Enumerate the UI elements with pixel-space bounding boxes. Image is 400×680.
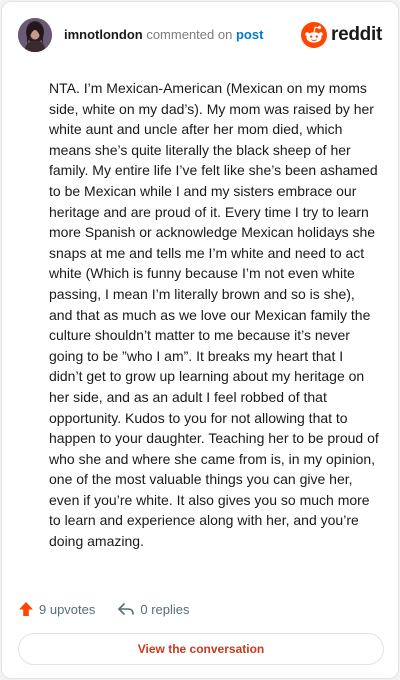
avatar[interactable] bbox=[18, 18, 52, 52]
comment-body: NTA. I’m Mexican-American (Mexican on my… bbox=[49, 80, 379, 550]
comment-meta: imnotlondon commented on post bbox=[64, 27, 263, 42]
reply-button[interactable]: 0 replies bbox=[117, 601, 190, 617]
comment-actions: 9 upvotes 0 replies bbox=[18, 599, 212, 619]
reddit-snoo-icon bbox=[301, 22, 328, 48]
reddit-logo[interactable]: reddit bbox=[301, 20, 382, 50]
post-link[interactable]: post bbox=[236, 27, 263, 42]
avatar-image bbox=[18, 18, 52, 52]
comment-header: imnotlondon commented on post reddit bbox=[18, 18, 382, 54]
upvote-count: 9 upvotes bbox=[39, 601, 96, 617]
reddit-wordmark: reddit bbox=[331, 24, 382, 45]
upvote-arrow-icon bbox=[19, 602, 33, 616]
reply-count: 0 replies bbox=[140, 601, 190, 617]
reply-arrow-icon bbox=[118, 603, 135, 615]
commented-on-label: commented on bbox=[146, 27, 233, 42]
username[interactable]: imnotlondon bbox=[64, 27, 143, 42]
comment-card: imnotlondon commented on post reddit NTA… bbox=[1, 1, 399, 679]
upvote-button[interactable]: 9 upvotes bbox=[18, 601, 95, 617]
view-conversation-button[interactable]: View the conversation bbox=[18, 633, 384, 665]
